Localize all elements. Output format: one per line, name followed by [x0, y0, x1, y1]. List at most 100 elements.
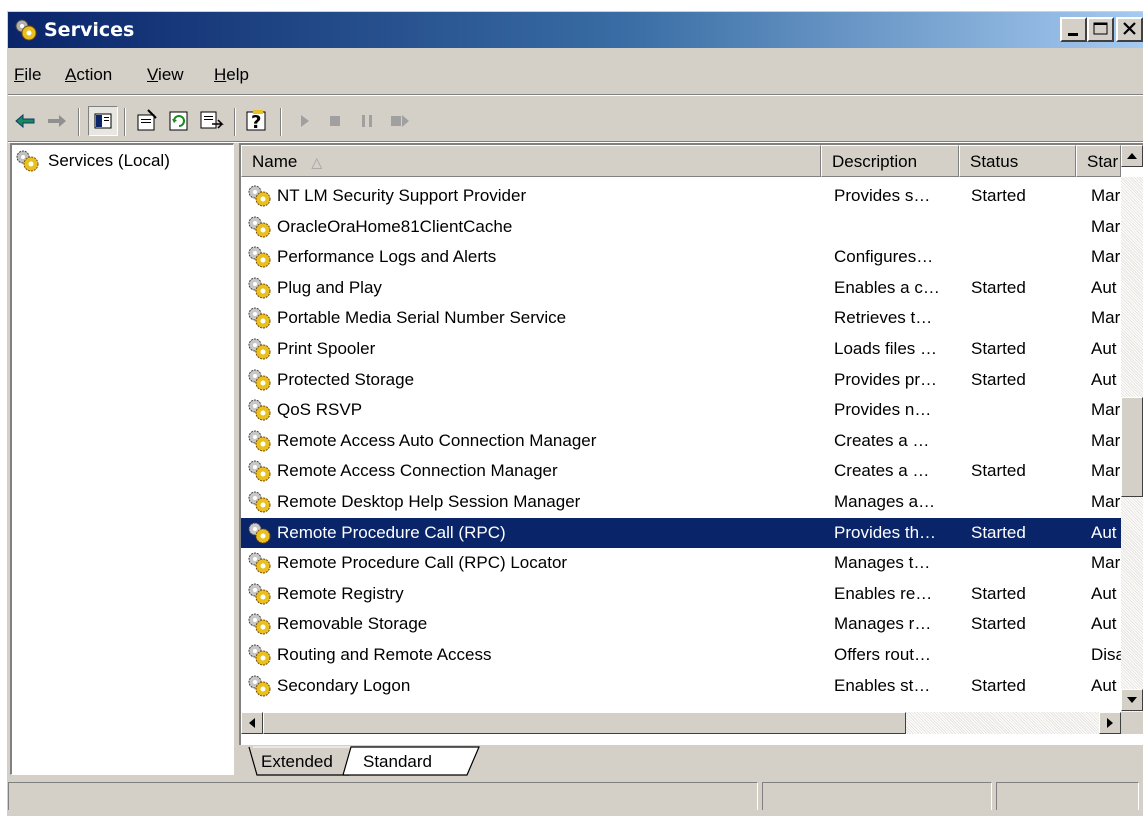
properties-button[interactable] [132, 106, 162, 136]
vertical-scrollbar[interactable] [1121, 145, 1143, 712]
service-status: Started [971, 583, 1026, 603]
service-row[interactable]: Remote Desktop Help Session Manager Manag… [241, 487, 1121, 517]
service-row[interactable]: Protected Storage Provides pr… Started Aut [241, 365, 1121, 395]
service-gear-icon [248, 246, 271, 268]
minimize-button[interactable] [1060, 17, 1087, 42]
service-gear-icon [248, 430, 271, 452]
scroll-right-button[interactable] [1099, 712, 1121, 734]
service-row[interactable]: Plug and Play Enables a c… Started Aut [241, 273, 1121, 303]
service-name: Remote Access Auto Connection Manager [277, 430, 597, 450]
menu-file[interactable]: File [14, 65, 41, 85]
service-row[interactable]: Print Spooler Loads files … Started Aut [241, 334, 1121, 364]
horizontal-scrollbar[interactable] [241, 712, 1121, 734]
service-gear-icon [248, 491, 271, 513]
service-status: Started [971, 461, 1026, 481]
service-name: Secondary Logon [277, 675, 411, 695]
service-status: Started [971, 339, 1026, 358]
refresh-icon [169, 111, 188, 131]
service-startup-type: Mar [1091, 492, 1121, 511]
restart-service-icon [391, 115, 409, 127]
scroll-left-button[interactable] [241, 712, 263, 734]
export-list-icon [200, 111, 224, 129]
service-row[interactable]: Performance Logs and Alerts Configures… Ma… [241, 242, 1121, 272]
service-startup-type: Mar [1091, 186, 1121, 205]
stop-service-button[interactable] [320, 106, 350, 136]
close-icon [1123, 22, 1136, 35]
maximize-button[interactable] [1087, 17, 1114, 42]
service-description: Enables a c… [834, 277, 940, 297]
show-hide-tree-button[interactable] [88, 106, 118, 136]
service-startup-type: Mar [1091, 308, 1121, 328]
service-description: Provides n… [834, 400, 932, 420]
service-row[interactable]: Removable Storage Manages r… Started Aut [241, 609, 1121, 639]
vertical-scroll-thumb[interactable] [1121, 397, 1143, 497]
menu-help[interactable]: Help [214, 65, 249, 85]
service-row[interactable]: OracleOraHome81ClientCache Mar [241, 212, 1121, 242]
column-header-startup-type[interactable]: Star [1076, 145, 1121, 177]
title-bar[interactable]: Services [8, 12, 1143, 48]
restart-service-button[interactable] [384, 106, 414, 136]
chevron-right-icon [1107, 718, 1113, 728]
back-button[interactable] [10, 106, 40, 136]
service-description: Enables re… [834, 583, 933, 603]
tree-item-label: Services (Local) [48, 151, 170, 170]
refresh-button[interactable] [164, 106, 194, 136]
service-row[interactable]: Remote Procedure Call (RPC) Provides th… S… [241, 517, 1121, 548]
svg-text:?: ? [251, 112, 261, 133]
service-row[interactable]: NT LM Security Support Provider Provides … [241, 181, 1121, 211]
service-description: Provides th… [834, 522, 937, 542]
service-startup-type: Mar [1091, 553, 1121, 573]
help-button[interactable]: ? [242, 106, 272, 136]
tree-item-services-local[interactable]: Services (Local) [14, 149, 170, 173]
minimize-icon [1068, 33, 1078, 36]
service-startup-type: Mar [1091, 247, 1121, 267]
export-list-button[interactable] [196, 106, 226, 136]
service-startup-type: Mar [1091, 430, 1121, 450]
menu-action[interactable]: Action [65, 65, 112, 85]
service-gear-icon [248, 552, 271, 574]
service-description: Offers rout… [834, 645, 931, 664]
service-startup-type: Mar [1091, 400, 1121, 420]
menu-view[interactable]: View [147, 65, 184, 85]
service-description: Provides s… [834, 186, 931, 205]
column-header-description[interactable]: Description [821, 145, 959, 177]
horizontal-scroll-thumb[interactable] [263, 712, 906, 734]
service-status: Started [971, 614, 1026, 634]
properties-icon [137, 109, 157, 131]
service-name: Removable Storage [277, 614, 428, 634]
service-row[interactable]: Secondary Logon Enables st… Started Aut [241, 671, 1121, 701]
service-row[interactable]: Remote Registry Enables re… Started Aut [241, 579, 1121, 609]
service-gear-icon [248, 399, 271, 421]
service-gear-icon [248, 338, 271, 360]
forward-arrow-icon [48, 115, 66, 127]
toolbar: ? [8, 102, 1143, 142]
column-header-name[interactable]: Name △ [241, 145, 821, 177]
service-description: Enables st… [834, 675, 931, 695]
forward-button[interactable] [42, 106, 72, 136]
close-button[interactable] [1116, 17, 1143, 42]
tab-extended[interactable]: Extended [261, 749, 333, 776]
service-row[interactable]: Routing and Remote Access Offers rout… Dis… [241, 640, 1121, 670]
tab-standard[interactable]: Standard [363, 749, 432, 776]
column-header-status[interactable]: Status [959, 145, 1076, 177]
service-row[interactable]: Remote Access Connection Manager Creates … [241, 456, 1121, 486]
service-startup-type: Aut [1091, 339, 1117, 358]
status-pane-3 [996, 782, 1139, 810]
service-description: Creates a … [834, 430, 930, 450]
scroll-down-button[interactable] [1121, 689, 1143, 711]
start-service-button[interactable] [290, 106, 320, 136]
console-tree: Services (Local) [10, 143, 234, 775]
service-description: Manages r… [834, 614, 932, 634]
service-row[interactable]: QoS RSVP Provides n… Mar [241, 395, 1121, 425]
service-startup-type: Disa [1091, 645, 1121, 664]
chevron-down-icon [1127, 697, 1137, 703]
service-description: Configures… [834, 247, 934, 267]
service-row[interactable]: Portable Media Serial Number Service Retr… [241, 303, 1121, 333]
services-gears-icon [15, 19, 37, 41]
service-status: Started [971, 277, 1026, 297]
services-list: Name △ Description Status Star NT LM Secu… [239, 143, 1143, 745]
service-row[interactable]: Remote Procedure Call (RPC) Locator Manag… [241, 548, 1121, 578]
pause-service-button[interactable] [352, 106, 382, 136]
service-row[interactable]: Remote Access Auto Connection Manager Cre… [241, 426, 1121, 456]
scroll-up-button[interactable] [1121, 145, 1143, 167]
